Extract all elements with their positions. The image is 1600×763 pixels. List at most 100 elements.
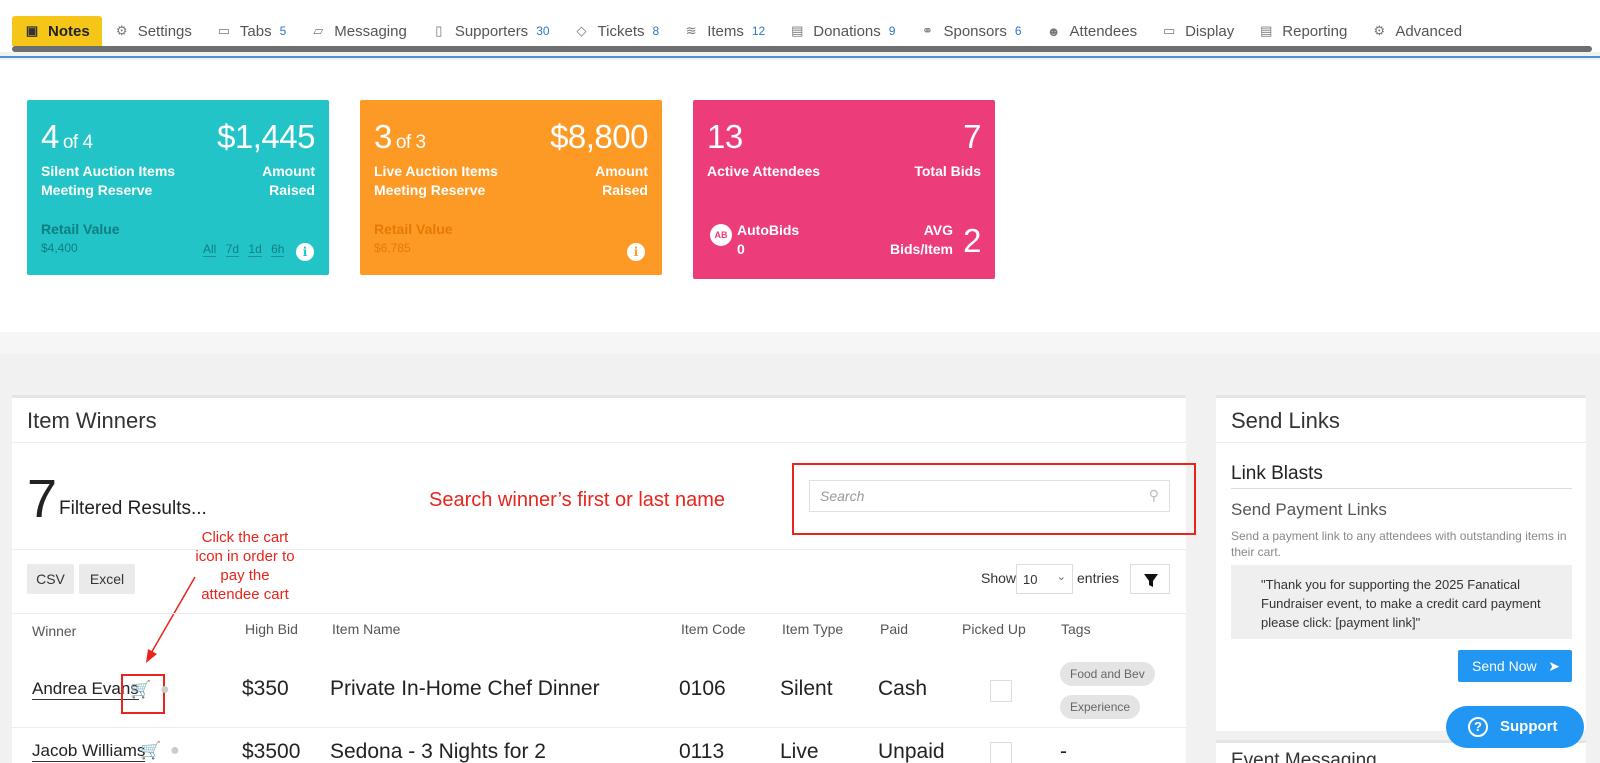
search-hint-annotation: Search winner’s first or last name xyxy=(429,489,726,511)
file-chart-icon: ▤ xyxy=(1260,23,1273,38)
paper-plane-icon: ➤ xyxy=(1548,658,1560,674)
clipboard-icon: ▯ xyxy=(435,23,443,38)
silent-count: 4 of 4 xyxy=(41,118,93,155)
search-icon: ⚲ xyxy=(1148,487,1159,503)
item-name: Private In-Home Chef Dinner xyxy=(330,677,600,700)
gears-icon: ⚙ xyxy=(1373,23,1386,38)
tab-notes[interactable]: ▣ Notes xyxy=(12,16,102,46)
time-filter-6h[interactable]: 6h xyxy=(271,242,285,257)
picked-up-checkbox[interactable] xyxy=(990,680,1012,702)
col-tags[interactable]: Tags xyxy=(1061,621,1091,637)
tab-items[interactable]: ≋ Items 12 xyxy=(671,16,777,46)
time-filter: All 7d 1d 6h xyxy=(197,242,285,257)
tab-attendees[interactable]: ☻ Attendees xyxy=(1034,16,1150,46)
entries-select[interactable]: 10 ⌄ xyxy=(1016,564,1073,594)
item-code: 0113 xyxy=(679,740,725,763)
high-bid: $350 xyxy=(242,677,289,700)
silent-amount: $1,445 xyxy=(217,118,315,155)
folder-icon: ▭ xyxy=(217,23,231,38)
col-paid[interactable]: Paid xyxy=(880,621,908,637)
live-auction-card: 3 of 3 $8,800 Live Auction Items Meeting R… xyxy=(360,100,662,275)
col-item-type[interactable]: Item Type xyxy=(782,621,843,637)
col-winner[interactable]: Winner xyxy=(32,623,76,639)
search-input[interactable]: Search ⚲ xyxy=(809,480,1170,512)
paid-status: Unpaid xyxy=(878,740,945,763)
payment-message[interactable]: "Thank you for supporting the 2025 Fanat… xyxy=(1231,565,1572,639)
chat-icon[interactable]: ● xyxy=(160,681,170,699)
tab-label: Reporting xyxy=(1282,22,1348,40)
attendees-card: 13 7 Active Attendees Total Bids AB Auto… xyxy=(693,100,995,279)
live-count: 3 of 3 xyxy=(374,118,426,155)
receipt-icon: ▤ xyxy=(791,23,804,38)
divider xyxy=(12,442,1186,443)
tab-donations[interactable]: ▤ Donations 9 xyxy=(777,16,907,46)
active-attendees-label: Active Attendees xyxy=(707,163,821,179)
tab-advanced[interactable]: ⚙ Advanced xyxy=(1359,16,1474,46)
live-retail-value: $6,785 xyxy=(374,241,411,255)
monitor-icon: ▭ xyxy=(1162,23,1176,38)
filter-button[interactable] xyxy=(1130,564,1170,594)
tab-scrollbar[interactable] xyxy=(12,46,1592,52)
tab-tickets[interactable]: ◇ Tickets 8 xyxy=(562,16,672,46)
winner-link[interactable]: Jacob Williams xyxy=(32,741,146,762)
tab-underline xyxy=(0,56,1600,58)
tab-count: 30 xyxy=(536,24,550,38)
tab-messaging[interactable]: ▱ Messaging xyxy=(298,16,419,46)
col-item-code[interactable]: Item Code xyxy=(681,621,746,637)
time-filter-all[interactable]: All xyxy=(203,242,217,257)
picked-up-checkbox[interactable] xyxy=(990,742,1012,763)
support-button[interactable]: ? Support xyxy=(1446,706,1584,748)
tag-icon: ◇ xyxy=(576,23,587,38)
divider xyxy=(12,613,1186,614)
tab-tabs[interactable]: ▭ Tabs 5 xyxy=(204,16,298,46)
tab-count: 8 xyxy=(652,24,660,38)
excel-button[interactable]: Excel xyxy=(79,564,135,594)
link-blasts-heading: Link Blasts xyxy=(1231,463,1323,484)
info-icon[interactable]: i xyxy=(627,243,645,261)
help-icon: ? xyxy=(1468,717,1488,737)
tab-settings[interactable]: ⚙ Settings xyxy=(102,16,204,46)
item-name: Sedona - 3 Nights for 2 xyxy=(330,740,546,763)
gear-icon: ⚙ xyxy=(115,23,128,38)
silent-retail-value: $4,400 xyxy=(41,241,78,255)
cart-icon[interactable]: 🛒 xyxy=(130,680,151,700)
paid-status: Cash xyxy=(878,677,928,700)
divider xyxy=(1216,442,1586,443)
time-filter-1d[interactable]: 1d xyxy=(248,242,262,257)
autobid-icon: AB xyxy=(710,224,732,246)
col-high-bid[interactable]: High Bid xyxy=(245,621,298,637)
panel-title: Send Links xyxy=(1231,408,1340,433)
tab-label: Notes xyxy=(48,22,90,40)
tab-label: Settings xyxy=(137,22,192,40)
top-tab-bar: ▣ Notes ⚙ Settings ▭ Tabs 5 ▱ Messaging ▯ Supporte… xyxy=(0,0,1600,58)
tab-label: Supporters xyxy=(454,22,529,40)
col-item-name[interactable]: Item Name xyxy=(332,621,400,637)
tags-empty: - xyxy=(1060,740,1067,763)
cart-icon[interactable]: 🛒 xyxy=(140,741,161,761)
avg-bids-value: 2 xyxy=(963,222,981,259)
high-bid: $3500 xyxy=(242,740,301,763)
info-icon[interactable]: i xyxy=(296,243,314,261)
col-picked-up[interactable]: Picked Up xyxy=(962,621,1026,637)
inbox-icon: ▱ xyxy=(313,23,324,38)
send-now-button[interactable]: Send Now ➤ xyxy=(1458,650,1572,682)
show-label: Show xyxy=(981,570,1017,586)
tab-label: Items xyxy=(707,22,744,40)
time-filter-7d[interactable]: 7d xyxy=(225,242,240,257)
filter-icon xyxy=(1144,574,1158,587)
tab-display[interactable]: ▭ Display xyxy=(1149,16,1246,46)
divider xyxy=(1231,488,1572,489)
tab-label: Messaging xyxy=(334,22,407,40)
send-payment-title: Send Payment Links xyxy=(1231,500,1387,519)
tab-sponsors[interactable]: ⚭ Sponsors 6 xyxy=(907,16,1033,46)
tab-count: 9 xyxy=(888,24,896,38)
chat-icon[interactable]: ● xyxy=(170,742,180,760)
item-code: 0106 xyxy=(679,677,726,700)
live-retail-label: Retail Value xyxy=(374,221,453,237)
csv-button[interactable]: CSV xyxy=(27,564,74,594)
tab-supporters[interactable]: ▯ Supporters 30 xyxy=(419,16,562,46)
handshake-icon: ⚭ xyxy=(922,23,933,38)
tab-reporting[interactable]: ▤ Reporting xyxy=(1246,16,1359,46)
live-label: Live Auction Items Meeting Reserve xyxy=(374,163,498,198)
stats-divider xyxy=(0,332,1600,354)
